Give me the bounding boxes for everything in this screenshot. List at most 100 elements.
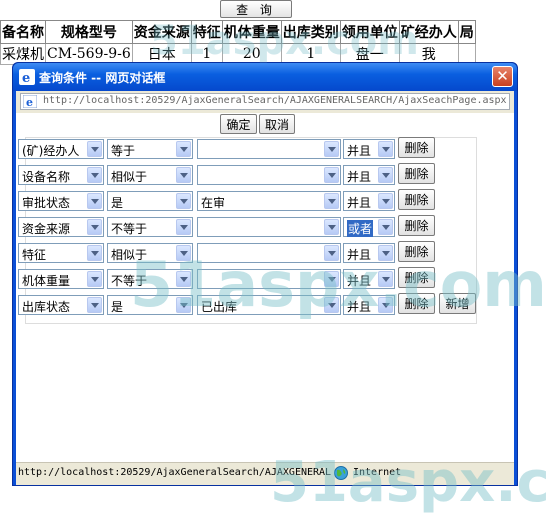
field-select[interactable]: 审批状态 xyxy=(18,191,104,211)
condition-row: 资金来源 不等于 或者 删除 xyxy=(18,215,488,238)
chevron-down-icon[interactable] xyxy=(378,219,393,235)
operator-select-value: 相似于 xyxy=(111,248,148,262)
chevron-down-icon[interactable] xyxy=(176,167,191,183)
confirm-button[interactable]: 确定 xyxy=(220,114,257,134)
address-url: http://localhost:20529/AjaxGeneralSearch… xyxy=(43,95,507,106)
chevron-down-icon[interactable] xyxy=(324,219,339,235)
chevron-down-icon[interactable] xyxy=(176,271,191,287)
field-select[interactable]: (矿)经办人 xyxy=(18,139,104,159)
chevron-down-icon[interactable] xyxy=(378,245,393,261)
column-header: 备名称 xyxy=(0,20,46,44)
operator-select[interactable]: 相似于 xyxy=(107,165,193,185)
svg-text:e: e xyxy=(26,96,33,108)
chevron-down-icon[interactable] xyxy=(176,141,191,157)
chevron-down-icon[interactable] xyxy=(87,219,102,235)
column-header: 机体重量 xyxy=(221,20,282,44)
field-select[interactable]: 资金来源 xyxy=(18,217,104,237)
logic-select[interactable]: 并且 xyxy=(343,165,395,185)
chevron-down-icon[interactable] xyxy=(378,141,393,157)
chevron-down-icon[interactable] xyxy=(87,297,102,313)
field-select-value: 设备名称 xyxy=(22,170,71,184)
dialog-titlebar[interactable]: e 查询条件 -- 网页对话框 ✕ xyxy=(13,63,517,91)
logic-select[interactable]: 并且 xyxy=(343,243,395,263)
chevron-down-icon[interactable] xyxy=(378,297,393,313)
chevron-down-icon[interactable] xyxy=(324,271,339,287)
chevron-down-icon[interactable] xyxy=(176,297,191,313)
chevron-down-icon[interactable] xyxy=(87,141,102,157)
operator-select[interactable]: 是 xyxy=(107,191,193,211)
logic-select[interactable]: 并且 xyxy=(343,295,395,315)
svg-text:e: e xyxy=(22,71,30,85)
operator-select-value: 等于 xyxy=(111,144,136,158)
dialog-content: 确定 取消 (矿)经办人 等于 并且 删除 设备名称 相似于 并且 删除 审批状态是在审 并且 删除… xyxy=(16,113,514,463)
chevron-down-icon[interactable] xyxy=(324,297,339,313)
chevron-down-icon[interactable] xyxy=(87,167,102,183)
chevron-down-icon[interactable] xyxy=(324,141,339,157)
chevron-down-icon[interactable] xyxy=(378,271,393,287)
value-select[interactable]: 已出库 xyxy=(197,295,341,315)
results-table: 备名称 规格型号 资金来源 特征 机体重量 出库类别 领用单位 矿经办人 局 采… xyxy=(0,20,476,65)
value-select[interactable]: 在审 xyxy=(197,191,341,211)
address-field[interactable]: e http://localhost:20529/AjaxGeneralSear… xyxy=(20,93,510,110)
field-select[interactable]: 设备名称 xyxy=(18,165,104,185)
value-select[interactable] xyxy=(197,165,341,185)
logic-select[interactable]: 或者 xyxy=(343,217,395,237)
chevron-down-icon[interactable] xyxy=(378,193,393,209)
logic-select[interactable]: 并且 xyxy=(343,139,395,159)
logic-select-value: 并且 xyxy=(347,170,372,184)
ie-logo-icon: e xyxy=(19,69,35,85)
chevron-down-icon[interactable] xyxy=(176,219,191,235)
delete-button[interactable]: 删除 xyxy=(398,215,435,236)
value-select[interactable] xyxy=(197,243,341,263)
query-button[interactable]: 查 询 xyxy=(220,0,292,18)
chevron-down-icon[interactable] xyxy=(176,193,191,209)
operator-select[interactable]: 等于 xyxy=(107,139,193,159)
chevron-down-icon[interactable] xyxy=(87,271,102,287)
status-url: http://localhost:20529/AjaxGeneralSearch… xyxy=(18,467,332,478)
chevron-down-icon[interactable] xyxy=(176,245,191,261)
table-header-row: 备名称 规格型号 资金来源 特征 机体重量 出库类别 领用单位 矿经办人 局 xyxy=(0,20,476,44)
column-header: 矿经办人 xyxy=(398,20,459,44)
add-button[interactable]: 新增 xyxy=(439,293,476,314)
operator-select-value: 不等于 xyxy=(111,222,148,236)
delete-button[interactable]: 删除 xyxy=(398,293,435,314)
address-bar: e http://localhost:20529/AjaxGeneralSear… xyxy=(16,91,514,114)
delete-button[interactable]: 删除 xyxy=(398,163,435,184)
value-select[interactable] xyxy=(197,139,341,159)
logic-select[interactable]: 并且 xyxy=(343,269,395,289)
chevron-down-icon[interactable] xyxy=(324,193,339,209)
value-select[interactable] xyxy=(197,269,341,289)
condition-row: 特征 相似于 并且 删除 xyxy=(18,241,488,264)
operator-select-value: 是 xyxy=(111,196,124,210)
field-select-value: 特征 xyxy=(22,248,47,262)
globe-icon xyxy=(334,466,348,480)
chevron-down-icon[interactable] xyxy=(87,193,102,209)
operator-select[interactable]: 是 xyxy=(107,295,193,315)
condition-row: (矿)经办人 等于 并且 删除 xyxy=(18,137,488,160)
delete-button[interactable]: 删除 xyxy=(398,241,435,262)
condition-row: 机体重量 不等于 并且 删除 xyxy=(18,267,488,290)
value-select-value: 在审 xyxy=(201,196,226,210)
field-select[interactable]: 机体重量 xyxy=(18,269,104,289)
operator-select[interactable]: 不等于 xyxy=(107,269,193,289)
logic-select-value: 并且 xyxy=(347,196,372,210)
cancel-button[interactable]: 取消 xyxy=(259,114,295,134)
delete-button[interactable]: 删除 xyxy=(398,267,435,288)
field-select[interactable]: 出库状态 xyxy=(18,295,104,315)
chevron-down-icon[interactable] xyxy=(87,245,102,261)
field-select-value: 资金来源 xyxy=(22,222,71,236)
logic-select[interactable]: 并且 xyxy=(343,191,395,211)
chevron-down-icon[interactable] xyxy=(324,167,339,183)
operator-select[interactable]: 相似于 xyxy=(107,243,193,263)
chevron-down-icon[interactable] xyxy=(324,245,339,261)
operator-select[interactable]: 不等于 xyxy=(107,217,193,237)
chevron-down-icon[interactable] xyxy=(378,167,393,183)
close-button[interactable]: ✕ xyxy=(492,66,513,87)
value-select[interactable] xyxy=(197,217,341,237)
logic-select-value: 并且 xyxy=(347,300,372,314)
field-select[interactable]: 特征 xyxy=(18,243,104,263)
delete-button[interactable]: 删除 xyxy=(398,137,435,158)
column-header: 领用单位 xyxy=(339,20,400,44)
logic-select-value: 并且 xyxy=(347,248,372,262)
delete-button[interactable]: 删除 xyxy=(398,189,435,210)
